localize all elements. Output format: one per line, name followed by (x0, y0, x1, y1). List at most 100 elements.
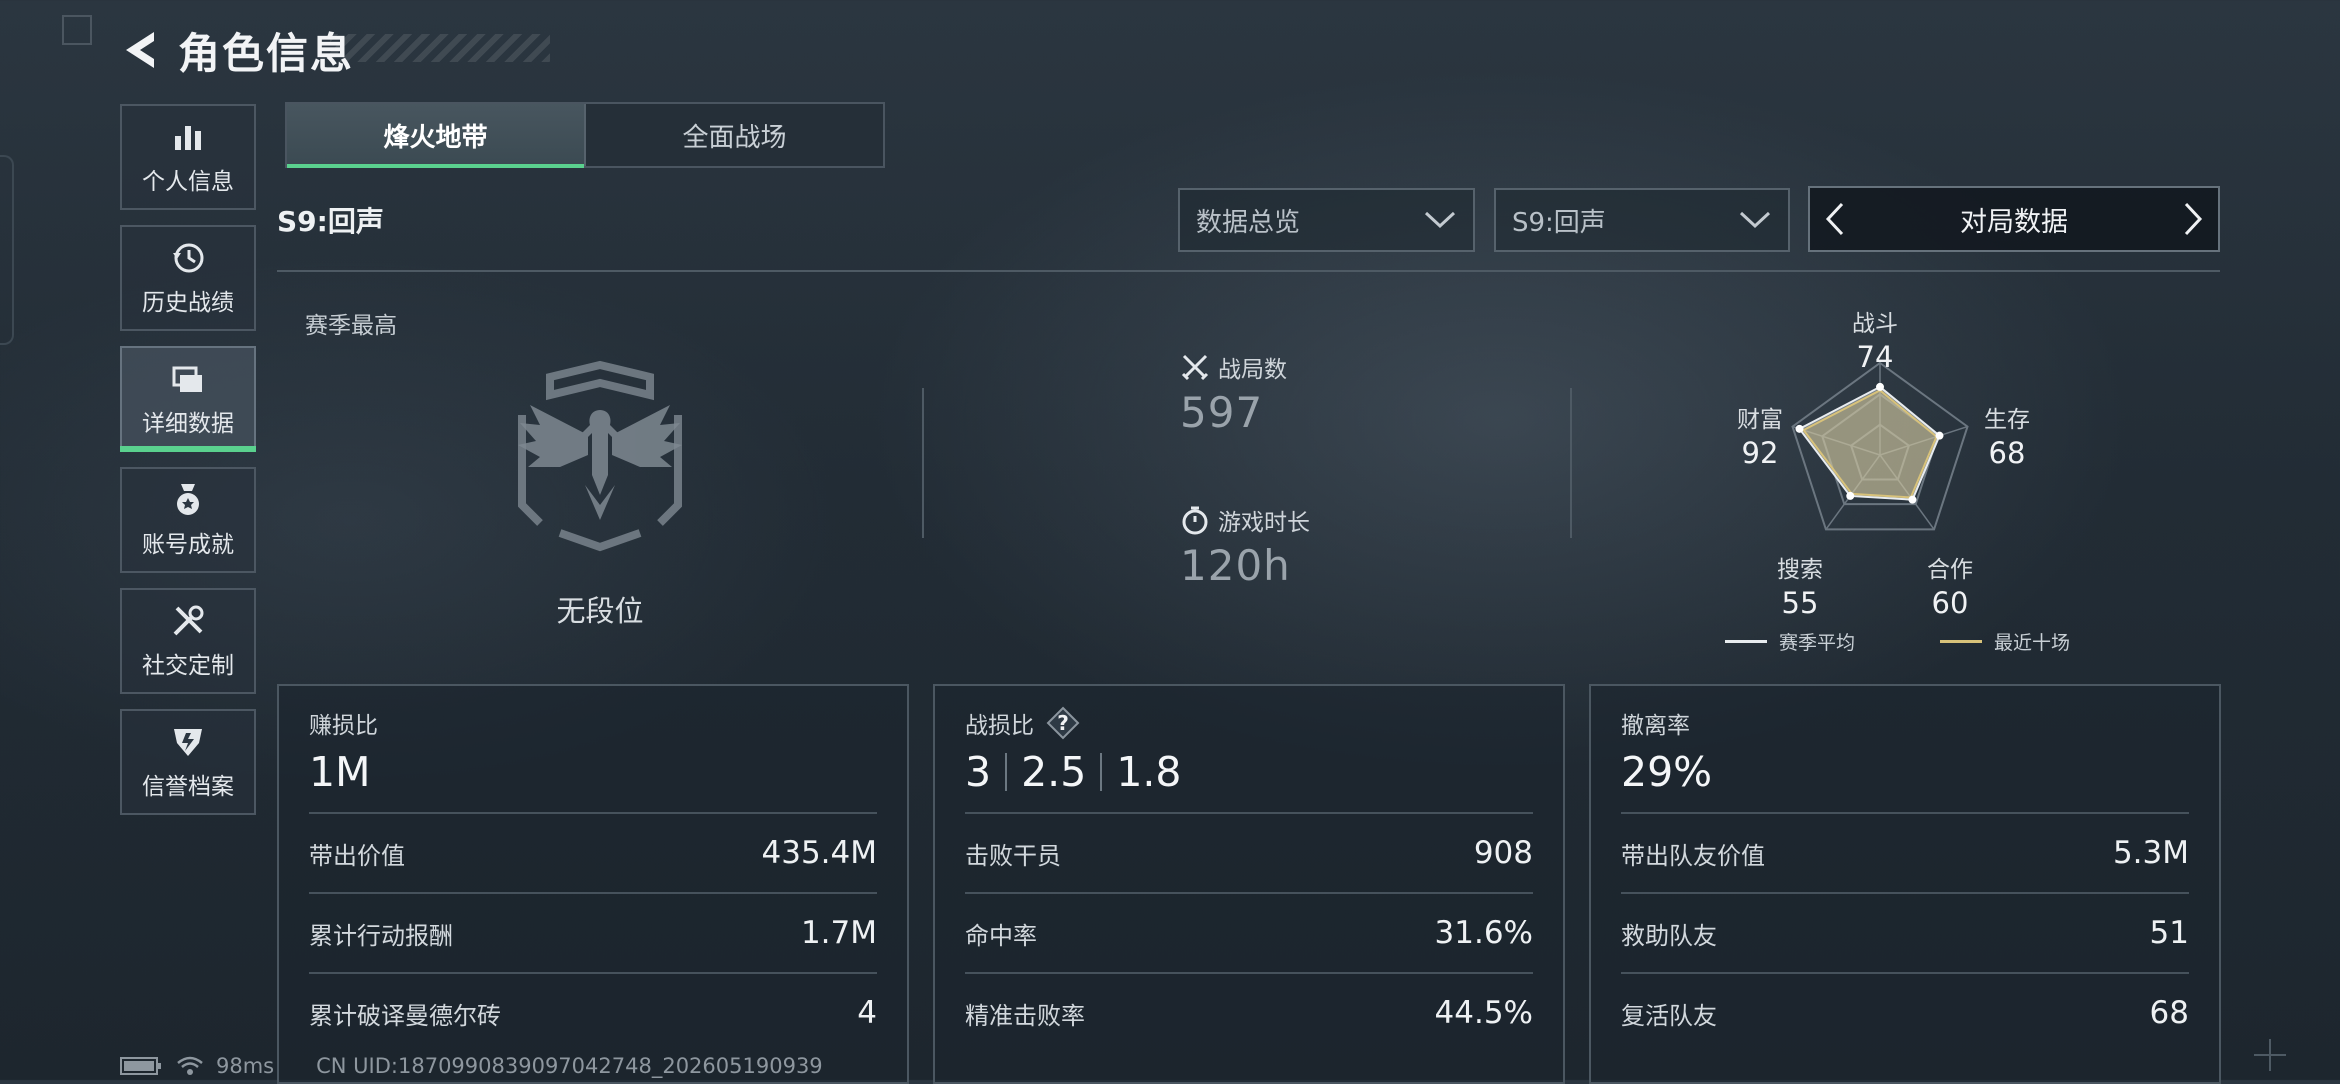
medal-icon (177, 484, 199, 515)
extract-card: 撤离率 29% 带出队友价值 5.3M 救助队友 51 复活队友 68 (1589, 684, 2221, 1084)
shield-badge-icon (174, 729, 202, 756)
row-value: 44.5% (1434, 995, 1533, 1031)
ratio-value: 2.5 (1021, 748, 1087, 796)
season-dropdown[interactable]: S9:回声 (1494, 188, 1790, 252)
mode-tabs: 烽火地带 全面战场 (285, 102, 885, 168)
row-value: 51 (2149, 915, 2189, 951)
page-title: 角色信息 (178, 28, 355, 78)
row-value: 5.3M (2112, 835, 2189, 871)
status-footer: 98ms CN UID:1870990839097042748_20260519… (120, 1054, 823, 1078)
table-row: 击败干员 908 (965, 812, 1533, 892)
sidebar-item-credit[interactable]: 信誉档案 (120, 709, 256, 815)
radar-series-recent-ten (1802, 389, 1938, 499)
ping-value: 98ms (216, 1054, 275, 1078)
back-arrow-icon[interactable] (120, 28, 164, 72)
season-label: S9:回声 (277, 205, 384, 238)
divider (277, 270, 2220, 272)
rank-emblem-icon (518, 360, 682, 552)
table-row: 累计破译曼德尔砖 4 (309, 972, 877, 1052)
season-best-label: 赛季最高 (305, 313, 397, 339)
radar-value-combat: 74 (1856, 340, 1894, 374)
chevron-left-icon[interactable] (1824, 201, 1846, 237)
sidebar-item-label: 详细数据 (142, 411, 234, 437)
table-row: 带出队友价值 5.3M (1621, 812, 2189, 892)
sidebar: 个人信息 历史战绩 详细数据 账号成就 社交定制 信誉档案 (120, 104, 256, 830)
sidebar-item-achievements[interactable]: 账号成就 (120, 467, 256, 573)
divider (922, 388, 924, 538)
radar-label-wealth: 财富 (1737, 407, 1783, 433)
card-main-value: 1M (309, 748, 371, 796)
help-glyph: ? (1057, 711, 1069, 735)
playtime-value: 120h (1180, 541, 1291, 590)
chevron-down-icon (1739, 211, 1771, 229)
sidebar-item-personal-info[interactable]: 个人信息 (120, 104, 256, 210)
history-clock-icon (173, 243, 204, 273)
row-value: 68 (2149, 995, 2189, 1031)
help-icon[interactable]: ? (1046, 706, 1080, 740)
radar-point (1908, 495, 1917, 504)
sidebar-item-detailed-data[interactable]: 详细数据 (120, 346, 256, 452)
tools-icon (173, 605, 204, 636)
chevron-right-icon[interactable] (2182, 201, 2204, 237)
radar-value-search: 55 (1781, 586, 1819, 620)
ratio-values: 3 2.5 1.8 (965, 744, 1533, 800)
playtime-stat: 游戏时长 120h (1180, 503, 1310, 590)
sidebar-item-social[interactable]: 社交定制 (120, 588, 256, 694)
stopwatch-icon (1182, 506, 1208, 535)
legend-line (1725, 640, 1767, 643)
header: 角色信息 (120, 20, 354, 80)
playtime-label: 游戏时长 (1218, 510, 1310, 536)
corner-frame (62, 15, 92, 45)
row-value: 908 (1473, 835, 1533, 871)
data-type-switcher: 对局数据 (1808, 186, 2220, 252)
row-value: 31.6% (1434, 915, 1533, 951)
row-label: 带出队友价值 (1621, 841, 1765, 870)
sidebar-item-history[interactable]: 历史战绩 (120, 225, 256, 331)
matches-label: 战局数 (1218, 357, 1287, 383)
overview-dropdown[interactable]: 数据总览 (1178, 188, 1475, 252)
card-title: 撤离率 (1621, 713, 1690, 739)
table-row: 精准击败率 44.5% (965, 972, 1533, 1052)
legend-label: 赛季平均 (1779, 632, 1856, 654)
sidebar-item-label: 信誉档案 (142, 774, 234, 800)
divider (1570, 388, 1572, 538)
radar-value-wealth: 92 (1741, 436, 1779, 470)
combat-card: 战损比 ? 3 2.5 1.8 击败干员 908 命中率 31.6% 精准击败率 44… (933, 684, 1565, 1084)
row-label: 累计破译曼德尔砖 (309, 1001, 501, 1030)
row-label: 累计行动报酬 (309, 921, 453, 950)
legend-line (1940, 640, 1982, 643)
row-label: 击败干员 (965, 841, 1061, 870)
table-row: 命中率 31.6% (965, 892, 1533, 972)
ratio-value: 1.8 (1116, 748, 1182, 796)
legend-label: 最近十场 (1994, 632, 2071, 654)
ratio-separator (1005, 753, 1008, 791)
radar-label-search: 搜索 (1777, 557, 1823, 583)
radar-label-teamwork: 合作 (1927, 557, 1973, 583)
row-label: 带出价值 (309, 841, 405, 870)
table-row: 救助队友 51 (1621, 892, 2189, 972)
legend-season-average: 赛季平均 (1725, 628, 1855, 655)
crossed-swords-icon (1181, 354, 1209, 381)
ratio-value: 3 (965, 748, 992, 796)
rank-name: 无段位 (556, 594, 644, 628)
row-label: 救助队友 (1621, 921, 1717, 950)
folders-icon (172, 366, 202, 392)
table-row: 带出价值 435.4M (309, 812, 877, 892)
battery-icon (120, 1057, 161, 1075)
sidebar-item-label: 个人信息 (142, 169, 234, 195)
chevron-down-icon (1424, 211, 1456, 229)
bar-chart-icon (175, 126, 201, 150)
sidebar-item-label: 历史战绩 (142, 290, 234, 316)
user-uid: CN UID:1870990839097042748_202605190939 (316, 1054, 823, 1078)
wifi-icon (177, 1056, 203, 1075)
radar-point (1876, 382, 1884, 391)
ability-radar: 战斗 74 生存 68 合作 搜索 财富 92 (1715, 300, 2045, 583)
row-value: 1.7M (800, 915, 877, 951)
row-label: 命中率 (965, 921, 1037, 950)
sidebar-item-label: 社交定制 (142, 653, 234, 679)
legend-recent-ten: 最近十场 (1940, 628, 2070, 655)
side-drawer-handle[interactable] (0, 155, 14, 345)
tab-full-battlefield[interactable]: 全面战场 (584, 104, 883, 166)
tab-firezone[interactable]: 烽火地带 (287, 104, 584, 168)
crosshair-mark-icon (2254, 1039, 2286, 1071)
